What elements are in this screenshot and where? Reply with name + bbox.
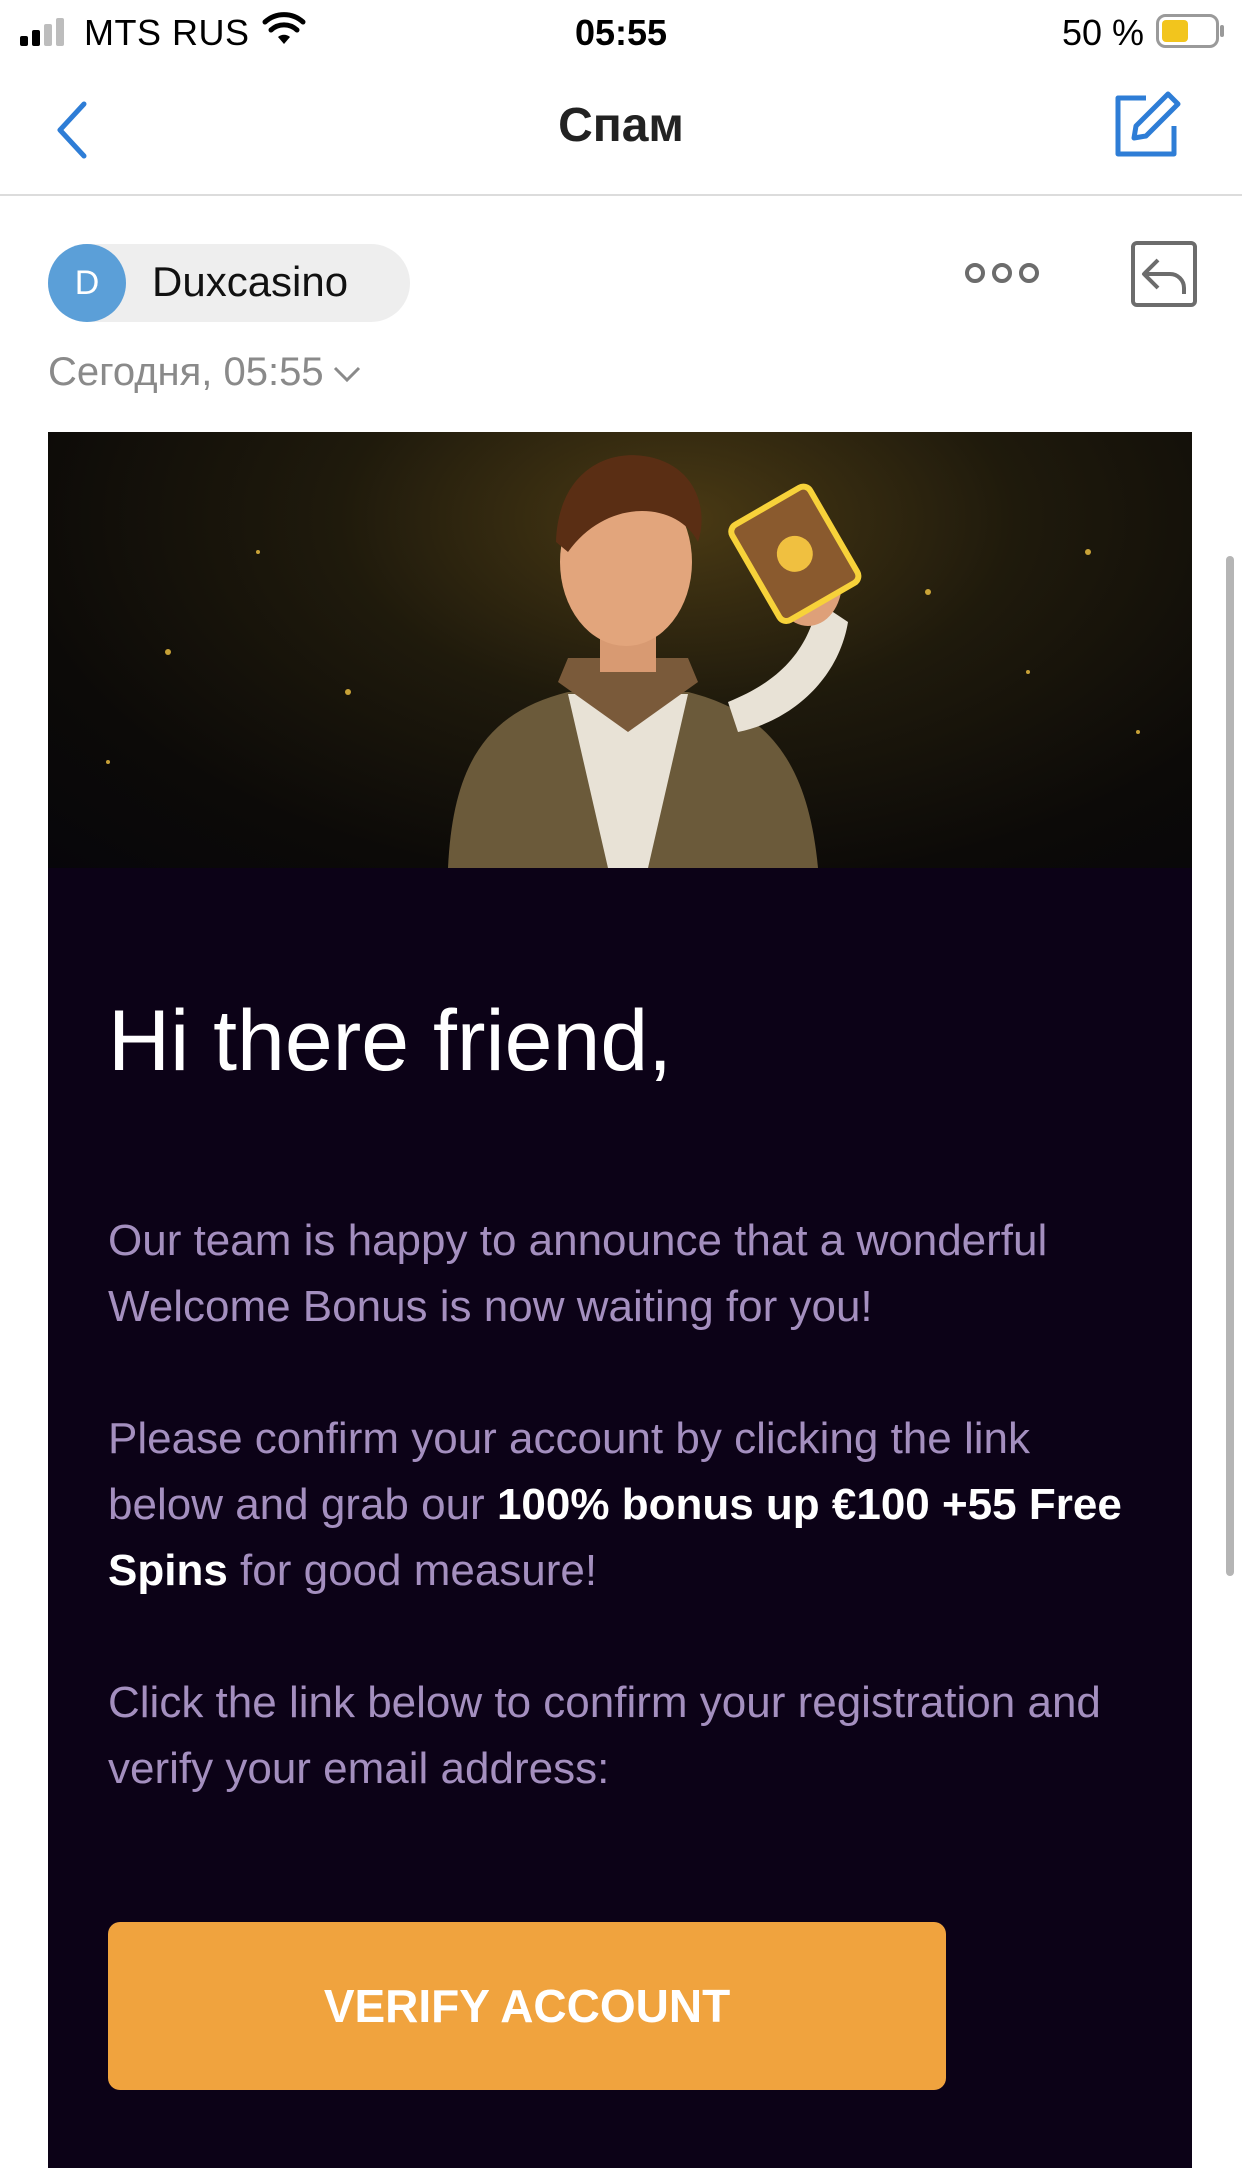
sender-chip[interactable]: D Duxcasino bbox=[48, 244, 410, 322]
hero-banner-image bbox=[48, 432, 1192, 868]
battery-icon bbox=[1156, 14, 1224, 48]
avatar: D bbox=[48, 244, 126, 322]
email-paragraph-bonus: Please confirm your account by clicking … bbox=[108, 1406, 1128, 1604]
more-dots-icon[interactable] bbox=[964, 258, 1040, 288]
chevron-down-icon bbox=[333, 367, 360, 383]
message-date[interactable]: Сегодня, 05:55 bbox=[48, 350, 362, 395]
status-bar: MTS RUS 05:55 50 % bbox=[0, 0, 1242, 62]
adventurer-illustration bbox=[106, 455, 1140, 868]
email-greeting: Hi there friend, bbox=[108, 993, 673, 1089]
scrollbar[interactable] bbox=[1226, 556, 1234, 1576]
message-date-text: Сегодня, 05:55 bbox=[48, 350, 324, 394]
email-body: Hi there friend, Our team is happy to an… bbox=[48, 432, 1192, 2168]
bonus-text-end: for good measure! bbox=[227, 1546, 598, 1595]
compose-icon[interactable] bbox=[1110, 90, 1182, 162]
status-time: 05:55 bbox=[574, 12, 668, 53]
email-paragraph-instructions: Click the link below to confirm your reg… bbox=[108, 1678, 1101, 1793]
verify-account-button[interactable]: VERIFY ACCOUNT bbox=[108, 1922, 946, 2090]
page-title: Спам bbox=[558, 99, 684, 152]
reply-icon[interactable] bbox=[1130, 240, 1198, 308]
battery-percent: 50 % bbox=[1062, 12, 1145, 53]
sender-name: Duxcasino bbox=[152, 258, 349, 305]
email-paragraph-announcement: Our team is happy to announce that a won… bbox=[108, 1216, 1048, 1331]
navigation-bar: Спам bbox=[0, 62, 1242, 196]
